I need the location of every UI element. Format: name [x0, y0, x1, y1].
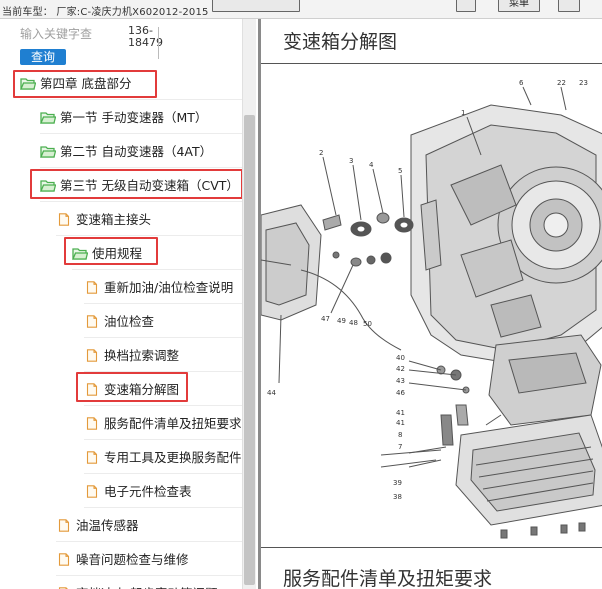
callout-50: 50	[363, 320, 372, 328]
callout-3: 3	[349, 157, 353, 165]
tree-item[interactable]: 油温传感器	[56, 509, 242, 542]
search-input[interactable]	[20, 27, 104, 41]
document-icon	[86, 315, 98, 328]
document-icon	[58, 213, 70, 226]
callout-46: 46	[396, 389, 405, 397]
tree-item-label: 服务配件清单及扭矩要求	[104, 416, 242, 431]
tree-item[interactable]: 噪音问题检查与维修	[56, 543, 242, 576]
tree-item-label: 油温传感器	[76, 518, 139, 533]
content-panel: 变速箱分解图 1 2 3 4 5 6 22 23 44 47 49 48 50 …	[258, 19, 602, 589]
callout-43: 43	[396, 377, 405, 385]
top-bar: 当前车型： 厂家:C-凌庆力机X602012-2015 菜单	[0, 0, 602, 19]
callout-23: 23	[579, 79, 588, 87]
callout-47: 47	[321, 315, 330, 323]
tree-item-label: 换档拉索调整	[104, 348, 180, 363]
callout-42: 42	[396, 365, 405, 373]
tree-item-label: 重新加油/油位检查说明	[104, 280, 234, 295]
tree-item[interactable]: 第二节 自动变速器（4AT）	[40, 135, 242, 168]
callout-1: 1	[461, 109, 465, 117]
search-button[interactable]: 查询	[20, 49, 66, 65]
divider	[261, 547, 602, 548]
tree-item-label: 第二节 自动变速器（4AT）	[60, 144, 213, 159]
callout-49: 49	[337, 317, 346, 325]
current-vehicle-label: 当前车型： 厂家:C-凌庆力机X602012-2015	[2, 7, 209, 18]
sidebar-scrollbar[interactable]	[242, 19, 256, 589]
toolbar-icon-button-2[interactable]	[558, 0, 580, 12]
sidebar: 查询 136-18479 第四章 底盘部分第一节 手动变速器（MT）第二节 自动…	[0, 19, 256, 589]
tree-item[interactable]: 变档冲击 起步窜动等问题	[56, 577, 242, 589]
tree-item-label: 专用工具及更换服务配件	[104, 450, 242, 465]
callout-41: 41	[396, 409, 405, 417]
phone-number: 136-18479	[128, 24, 163, 49]
callout-48: 48	[349, 319, 358, 327]
tree-item[interactable]: 换档拉索调整	[84, 339, 242, 372]
callout-40: 40	[396, 354, 405, 362]
document-icon	[86, 349, 98, 362]
callout-38: 38	[393, 493, 402, 501]
tree-item-label: 油位检查	[104, 314, 155, 329]
callout-39: 39	[393, 479, 402, 487]
callout-7: 7	[398, 443, 402, 451]
folder-open-icon	[40, 146, 56, 158]
document-icon	[58, 519, 70, 532]
tree-item-label: 第一节 手动变速器（MT）	[60, 110, 208, 125]
document-icon	[86, 417, 98, 430]
document-icon	[58, 553, 70, 566]
scrollbar-thumb[interactable]	[244, 115, 255, 585]
callout-8: 8	[398, 431, 402, 439]
toolbar-button[interactable]	[212, 0, 300, 12]
highlight-box	[13, 70, 157, 98]
tree-item[interactable]: 服务配件清单及扭矩要求	[84, 407, 242, 440]
tree-item[interactable]: 变速箱主接头	[56, 203, 242, 236]
highlight-box	[76, 372, 188, 402]
next-section-title: 服务配件清单及扭矩要求	[283, 568, 493, 589]
tree-item[interactable]: 第一节 手动变速器（MT）	[40, 101, 242, 134]
highlight-box	[64, 237, 158, 265]
callout-41b: 41	[396, 419, 405, 427]
callout-5: 5	[398, 167, 402, 175]
callout-22: 22	[557, 79, 566, 87]
highlight-box	[30, 169, 243, 199]
divider	[261, 63, 602, 64]
document-icon	[86, 281, 98, 294]
document-icon	[86, 451, 98, 464]
callout-2: 2	[319, 149, 323, 157]
callout-4: 4	[369, 161, 374, 169]
callout-44: 44	[267, 389, 276, 397]
tree-item[interactable]: 油位检查	[84, 305, 242, 338]
divider	[158, 27, 159, 59]
tree-item-label: 电子元件检查表	[104, 484, 192, 499]
page-title: 变速箱分解图	[283, 31, 398, 53]
search-box: 查询	[20, 27, 130, 65]
exploded-view-diagram: 1 2 3 4 5 6 22 23 44 47 49 48 50 40 42 4…	[261, 79, 602, 539]
tree-item[interactable]: 重新加油/油位检查说明	[84, 271, 242, 304]
callout-6: 6	[519, 79, 524, 87]
tree-item[interactable]: 专用工具及更换服务配件	[84, 441, 242, 474]
folder-open-icon	[40, 112, 56, 124]
tree-item[interactable]: 电子元件检查表	[84, 475, 242, 508]
tree-item-label: 噪音问题检查与维修	[76, 552, 189, 567]
document-icon	[86, 485, 98, 498]
toolbar-icon-button[interactable]	[456, 0, 476, 12]
menu-button[interactable]: 菜单	[498, 0, 540, 12]
tree-item-label: 变速箱主接头	[76, 212, 152, 227]
